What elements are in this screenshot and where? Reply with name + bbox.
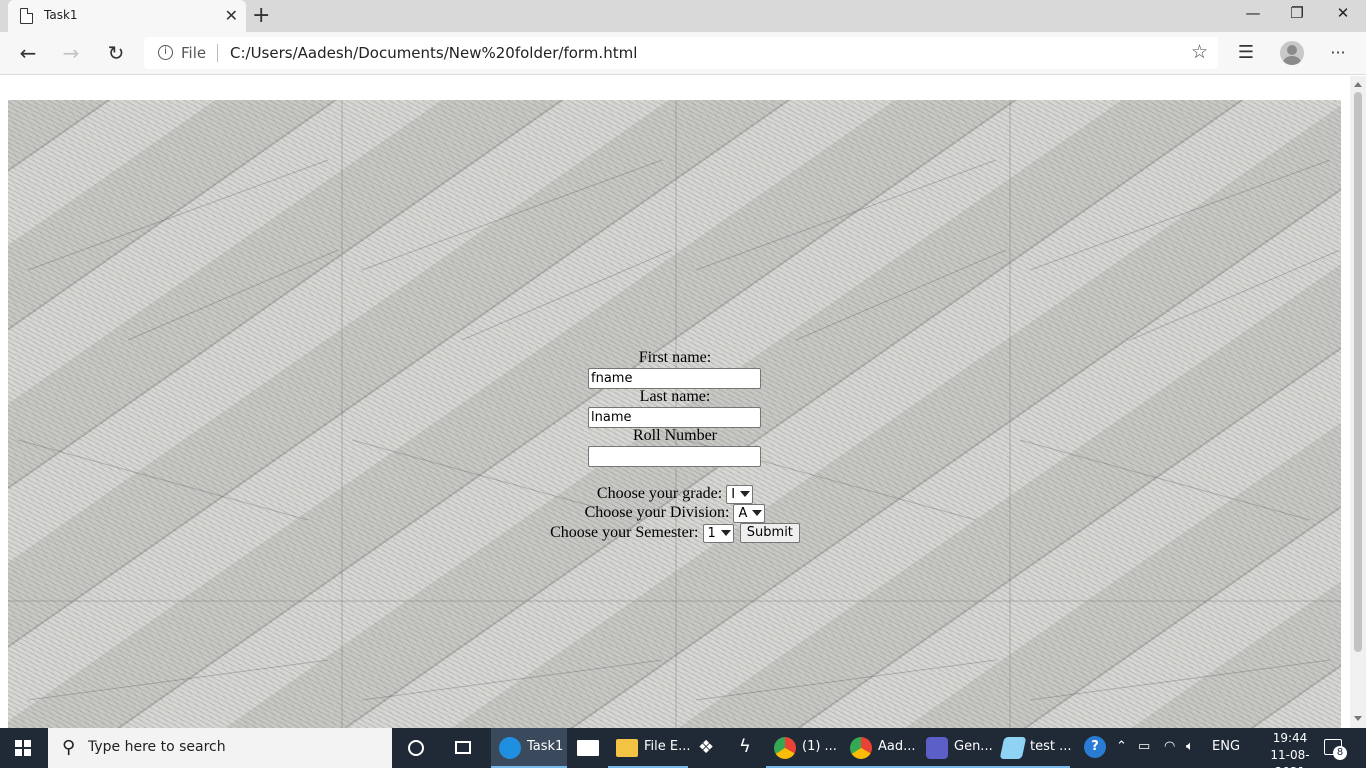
cortana-icon: [408, 740, 424, 756]
chevron-down-icon: [720, 530, 731, 537]
address-divider: [217, 44, 218, 62]
semester-row: Choose your Semester: 1 Submit: [0, 523, 1350, 544]
cortana-button[interactable]: [400, 728, 432, 768]
close-window-button[interactable]: ✕: [1320, 2, 1366, 28]
search-placeholder: Type here to search: [88, 739, 226, 755]
info-icon[interactable]: i: [158, 45, 173, 60]
task-view-icon: [455, 741, 471, 754]
grade-label: Choose your grade:: [596, 485, 723, 502]
browser-toolbar: ← → ↻ i File C:/Users/Aadesh/Documents/N…: [0, 32, 1366, 75]
roll-number-label: Roll Number: [633, 427, 717, 444]
division-select[interactable]: A: [733, 503, 766, 523]
scroll-down-icon[interactable]: [1354, 716, 1362, 721]
language-indicator[interactable]: ENG: [1212, 739, 1240, 754]
close-tab-icon[interactable]: ✕: [225, 6, 238, 25]
tab-strip: Task1 ✕ + — ❐ ✕: [0, 0, 1366, 32]
chevron-down-icon: [740, 491, 751, 498]
taskbar-item-teams[interactable]: Gen...: [918, 728, 994, 768]
semester-select[interactable]: 1: [702, 523, 734, 543]
network-icon[interactable]: ◠: [1164, 739, 1175, 754]
windows-logo-icon: [15, 740, 31, 756]
taskbar-item-file-explorer[interactable]: File E...: [608, 728, 691, 768]
clock-date: 11-08-2021: [1270, 748, 1310, 779]
taskbar-item-label: Task1: [527, 739, 564, 754]
chevron-down-icon: [752, 510, 763, 517]
last-name-label: Last name:: [639, 388, 711, 405]
division-label: Choose your Division:: [584, 504, 730, 521]
folder-icon: [616, 739, 638, 757]
teams-icon: [926, 737, 948, 759]
mail-icon: [577, 740, 599, 756]
taskbar-item-chrome-1[interactable]: (1) ...: [766, 728, 842, 768]
url-text[interactable]: C:/Users/Aadesh/Documents/New%20folder/f…: [230, 44, 637, 62]
start-button[interactable]: [0, 728, 48, 768]
restore-button[interactable]: ❐: [1274, 2, 1320, 28]
task-view-button[interactable]: [446, 728, 480, 768]
taskbar-item-label: test ...: [1030, 739, 1072, 754]
first-name-input[interactable]: fname: [588, 368, 761, 389]
first-name-label: First name:: [638, 349, 712, 366]
browser-tab[interactable]: Task1 ✕: [8, 0, 246, 32]
favorites-button[interactable]: ☰: [1232, 40, 1260, 68]
system-clock[interactable]: 19:44 11-08-2021: [1262, 730, 1318, 781]
last-name-input[interactable]: lname: [588, 407, 761, 428]
roll-number-input[interactable]: [588, 446, 761, 467]
tab-title: Task1: [44, 8, 78, 22]
volume-icon[interactable]: 🔈︎: [1186, 739, 1194, 754]
favorite-star-icon[interactable]: ☆: [1191, 41, 1208, 63]
taskbar-item-label: Aad...: [878, 739, 916, 754]
forward-button[interactable]: →: [57, 40, 85, 68]
edge-icon: [499, 737, 521, 759]
scheme-label: File: [181, 44, 207, 62]
division-row: Choose your Division: A: [0, 503, 1350, 523]
taskbar-search[interactable]: ⚲ Type here to search: [48, 728, 392, 768]
taskbar-item-chrome-2[interactable]: Aad...: [842, 728, 918, 768]
grade-value: I: [731, 486, 736, 502]
minimize-button[interactable]: —: [1230, 2, 1276, 28]
grade-select[interactable]: I: [726, 484, 754, 504]
taskbar-item-label: (1) ...: [802, 739, 837, 754]
taskbar-item-edge[interactable]: Task1: [491, 728, 567, 768]
clock-time: 19:44: [1272, 731, 1308, 745]
dropbox-icon: ❖: [698, 737, 715, 758]
taskbar-item-label: File E...: [644, 739, 691, 754]
taskbar-item-notepad[interactable]: test ...: [994, 728, 1072, 768]
taskbar-item-app[interactable]: ϟ: [728, 728, 762, 768]
more-options-button[interactable]: ···: [1324, 40, 1352, 68]
battery-icon[interactable]: ▭: [1138, 739, 1150, 754]
page-icon: [20, 8, 33, 24]
new-tab-button[interactable]: +: [252, 3, 270, 28]
scroll-thumb[interactable]: [1354, 92, 1362, 652]
notepad-icon: [999, 737, 1027, 759]
notification-count: 8: [1333, 746, 1347, 760]
taskbar-item-label: Gen...: [954, 739, 993, 754]
notifications-button[interactable]: 8: [1322, 736, 1347, 760]
search-icon: ⚲: [62, 737, 76, 758]
page-viewport: First name: fname Last name: lname Roll …: [0, 76, 1350, 728]
vertical-scrollbar[interactable]: [1350, 76, 1366, 728]
bolt-icon: ϟ: [739, 736, 751, 757]
profile-avatar[interactable]: [1280, 41, 1304, 65]
windows-taskbar: ⚲ Type here to search Task1 File E... ❖ …: [0, 728, 1366, 779]
taskbar-item-dropbox[interactable]: ❖: [690, 728, 724, 768]
submit-button[interactable]: Submit: [739, 523, 800, 544]
address-bar[interactable]: i File C:/Users/Aadesh/Documents/New%20f…: [144, 37, 1218, 69]
semester-label: Choose your Semester:: [550, 524, 699, 541]
chevron-up-icon[interactable]: ⌃: [1116, 739, 1127, 754]
refresh-button[interactable]: ↻: [102, 40, 130, 68]
chrome-icon: [850, 737, 872, 759]
chrome-icon: [774, 737, 796, 759]
semester-value: 1: [707, 525, 716, 541]
taskbar-item-mail[interactable]: [570, 728, 606, 768]
back-button[interactable]: ←: [14, 40, 42, 68]
grade-row: Choose your grade: I: [0, 484, 1350, 504]
division-value: A: [738, 505, 748, 521]
help-icon[interactable]: ?: [1084, 736, 1106, 758]
scroll-up-icon[interactable]: [1354, 82, 1362, 87]
